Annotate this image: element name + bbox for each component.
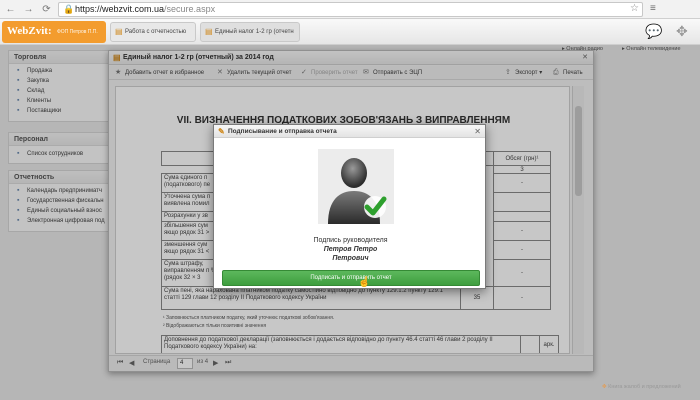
tab-single-tax[interactable]: ▤ Единый налог 1-2 гр (отчетн [200, 22, 300, 42]
book-icon: ✥ [602, 384, 607, 390]
bookmark-star-icon[interactable]: ☆ [630, 3, 639, 14]
forward-icon[interactable]: → [22, 3, 35, 16]
pen-icon: ✎ [218, 127, 225, 136]
tab-label: Единый налог 1-2 гр (отчетн [215, 29, 294, 35]
sign-dialog-title: ✎ Подписывание и отправка отчета ✕ [214, 125, 485, 138]
avatar [318, 149, 394, 224]
url-host: https://webzvit.com.ua [75, 4, 165, 14]
sign-and-send-button[interactable]: Подписать и отправить отчет [222, 270, 480, 286]
url-path: /secure.aspx [164, 4, 216, 14]
browser-menu-icon[interactable]: ≡ [650, 3, 656, 14]
hand-cursor-icon: ☝ [358, 277, 371, 288]
back-icon[interactable]: ← [4, 3, 17, 16]
close-icon[interactable]: ✕ [474, 125, 481, 138]
signature-label: Подпись руководителя [313, 237, 388, 244]
address-bar[interactable]: 🔒 https://webzvit.com.ua/secure.aspx [58, 2, 643, 17]
document-icon: ▤ [115, 27, 123, 36]
signer-patronymic: Петрович [332, 255, 369, 262]
move-icon[interactable]: ✥ [676, 23, 688, 40]
tab-label: Работа с отчетностью [125, 29, 187, 35]
browser-bar: ← → ⟳ 🔒 https://webzvit.com.ua/secure.as… [0, 0, 700, 19]
user-silhouette-icon [328, 158, 387, 224]
chat-icon[interactable]: 💬 [645, 23, 662, 40]
sign-dialog: ✎ Подписывание и отправка отчета ✕ Подпи… [213, 124, 486, 289]
app-logo[interactable]: WebZvit: ФОП Петров П.П. [2, 21, 106, 43]
brand-text: WebZvit: [7, 25, 52, 37]
complaints-link[interactable]: ✥ Книга жалоб и предложений [602, 384, 681, 390]
document-icon: ▤ [205, 27, 213, 36]
org-name: ФОП Петров П.П. [57, 29, 98, 35]
signer-name: Петров Петро [323, 246, 378, 253]
app-header: WebZvit: ФОП Петров П.П. ▤ Работа с отче… [0, 19, 700, 45]
tab-reports[interactable]: ▤ Работа с отчетностью [110, 22, 196, 42]
reload-icon[interactable]: ⟳ [40, 3, 53, 16]
lock-icon: 🔒 [63, 4, 75, 14]
